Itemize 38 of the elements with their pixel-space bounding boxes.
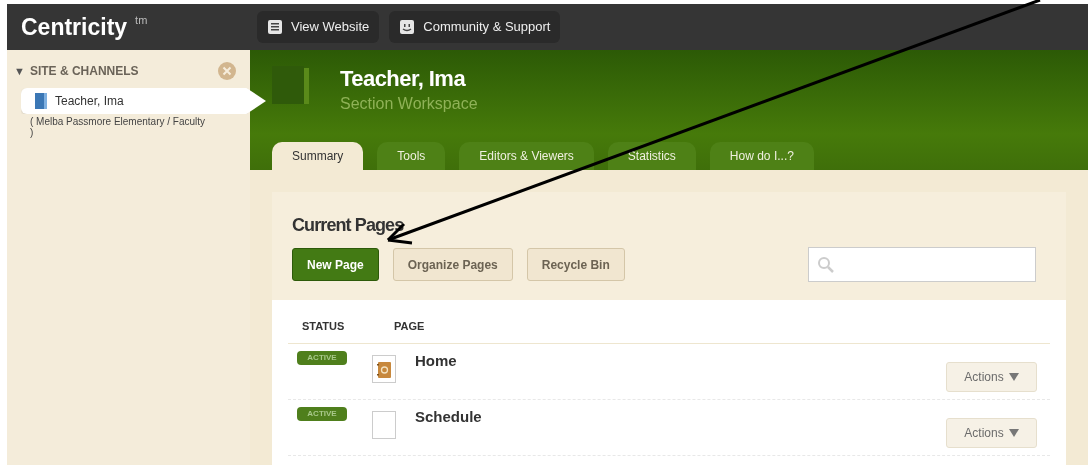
search-icon [817,255,835,274]
folder-icon [272,66,312,104]
actions-button[interactable]: Actions [946,361,1037,392]
blank-page-icon [372,410,396,439]
search-field[interactable] [808,247,1036,282]
page-icon [267,19,283,35]
status-badge: ACTIVE [297,350,347,365]
column-header: STATUS [301,319,346,334]
tab[interactable]: Tools [377,142,446,170]
tab[interactable]: Statistics [607,142,696,170]
status-badge: ACTIVE [297,406,347,421]
close-icon[interactable] [218,62,236,80]
tab[interactable]: Summary [272,142,364,170]
tab[interactable]: How do I...? [709,142,814,170]
top-link[interactable]: Community & Support [389,11,561,43]
toolbar-button[interactable]: Recycle Bin [526,248,625,281]
sidebar-item-path: ( Melba Passmore Elementary / Faculty ) [30,116,207,138]
caret-icon [1008,372,1019,381]
sidebar-item[interactable]: Teacher, Ima [21,88,266,114]
trademark: tm [135,12,148,28]
caret-icon [1008,428,1019,437]
workspace-subtitle: Section Workspace [340,94,478,114]
column-header: PAGE [393,319,425,334]
sidebar-title: SITE & CHANNELS [29,63,139,80]
toolbar-button[interactable]: New Page [292,248,379,281]
page-link[interactable]: Home [415,349,946,372]
tab[interactable]: Editors & Viewers [459,142,594,170]
logo[interactable]: Centricity [21,15,128,39]
collapse-triangle-icon[interactable]: ▼ [14,62,25,80]
smiley-icon [399,19,416,35]
notebook-icon [372,354,396,383]
actions-button[interactable]: Actions [946,417,1037,448]
book-icon [35,93,47,109]
workspace-title: Teacher, Ima [340,65,467,93]
section-heading: Current Pages [292,214,405,237]
toolbar-button[interactable]: Organize Pages [392,248,513,281]
page-link[interactable]: Schedule [415,405,946,428]
top-link[interactable]: View Website [257,11,380,43]
